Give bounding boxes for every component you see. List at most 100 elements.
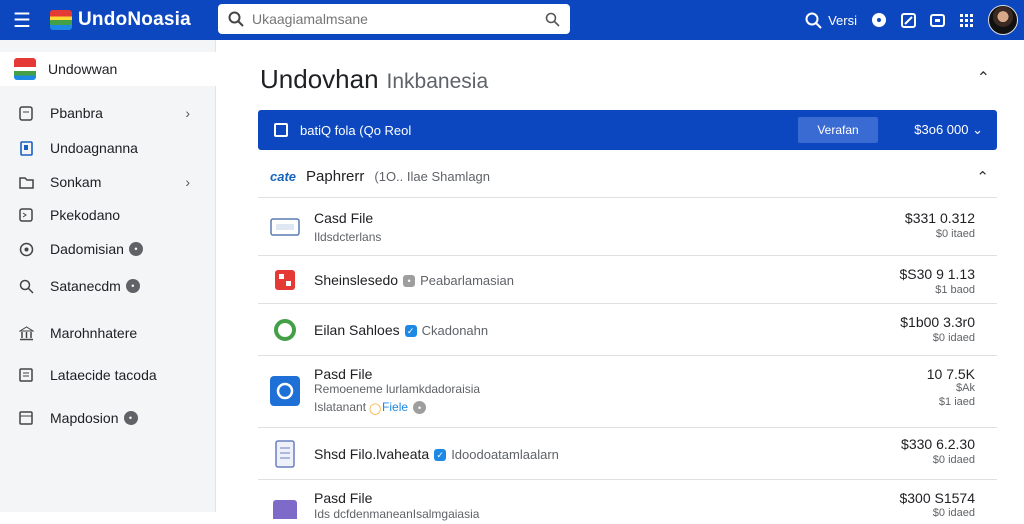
app-purple-icon [270, 494, 300, 524]
folder-icon [18, 174, 34, 190]
image-icon [18, 207, 34, 223]
chat-icon[interactable] [871, 12, 887, 28]
menu-icon[interactable]: ☰ [0, 0, 44, 40]
verified-badge-icon: • [403, 275, 416, 288]
row-title: Casd File [314, 210, 374, 226]
verify-button[interactable]: Verafan [798, 117, 878, 143]
info-badge: • [128, 242, 143, 256]
card-icon [270, 212, 300, 242]
row-title: Pasd File [314, 366, 373, 382]
page-title-text: Undovhan [260, 64, 379, 94]
row-amount-sub-2: $1 iaed [938, 396, 975, 408]
row-amount: $1b00 3.3r0 [900, 314, 975, 330]
sidebar-item-label: Pbanbra [50, 105, 103, 121]
row-link[interactable]: Fiele [382, 400, 408, 414]
section-header[interactable]: cate Paphrerr (1O.. Ilae Shamlagn ⌃ [258, 156, 997, 198]
main-content: Undovhan Inkbanesia ⌃ batiQ fola (Qo Reol… [218, 40, 1024, 521]
bank-icon [18, 325, 34, 341]
document-icon [270, 439, 300, 469]
document-icon [18, 105, 34, 121]
bookmark-icon [18, 140, 34, 156]
row-amount-sub: $1 baod [935, 284, 975, 296]
edit-icon[interactable] [901, 12, 916, 28]
sidebar-item-mapdosion[interactable]: Mapdosion • [0, 401, 216, 435]
verified-badge-icon: ✓ [404, 325, 417, 338]
search-icon [18, 278, 34, 294]
row-amount-sub: $0 idaed [932, 507, 975, 519]
search-submit-icon[interactable] [545, 12, 560, 27]
row-amount-sub: $Ak [956, 382, 975, 394]
location-icon [18, 241, 34, 257]
info-icon: • [413, 401, 427, 415]
sidebar-item-pbanbra[interactable]: Pbanbra › [0, 96, 216, 130]
apps-grid-icon[interactable] [959, 13, 974, 28]
app-logo [50, 10, 72, 30]
shield-icon: ◯ [369, 402, 382, 415]
row-amount: $331 0.312 [904, 210, 975, 226]
row-title-text: Shsd Filo.lvaheata [314, 446, 430, 462]
row-title: Shsd Filo.lvaheata ✓ Idoodoatamlaalarn [314, 446, 559, 462]
screen-icon[interactable] [930, 13, 945, 28]
sidebar-item-pkekodano[interactable]: Pkekodano [0, 198, 216, 232]
sidebar-item-label: Mapdosion [50, 410, 119, 426]
page-subtitle: Inkbanesia [386, 70, 489, 93]
banner-text: batiQ fola (Qo Reol [300, 122, 412, 138]
version-label[interactable]: Versi [828, 13, 857, 28]
row-badge-text: Peabarlamasian [420, 273, 515, 288]
row-title-text: Sheinslesedo [314, 272, 399, 288]
row-amount: $300 S1574 [899, 490, 975, 506]
chevron-up-icon[interactable]: ⌃ [976, 168, 989, 186]
row-amount: $S30 9 1.13 [899, 266, 975, 282]
list-item[interactable]: Sheinslesedo • Peabarlamasian $S30 9 1.13 … [258, 256, 997, 304]
sidebar-item-satanecdm[interactable]: Satanecdm • [0, 269, 216, 303]
row-title: Eilan Sahloes ✓ Ckadonahn [314, 322, 488, 338]
sidebar-item-label: Sonkam [50, 174, 102, 190]
list-item[interactable]: Shsd Filo.lvaheata ✓ Idoodoatamlaalarn $33… [258, 428, 997, 480]
sidebar-item-label: Undowwan [48, 61, 118, 77]
search-input[interactable] [252, 11, 545, 27]
sidebar-item-dadomisian[interactable]: Dadomisian • [0, 232, 216, 266]
search-box[interactable] [218, 4, 570, 34]
banner-amount-dropdown[interactable]: $3o6 000 ⌄ [914, 122, 983, 138]
row-subtitle-2-text: Islatanant [314, 400, 367, 414]
sidebar-item-undoagnanna[interactable]: Undoagnanna [0, 131, 216, 165]
sidebar-item-undowwan[interactable]: Undowwan [0, 52, 216, 86]
sidebar-item-lataecide-tacoda[interactable]: Lataecide tacoda [0, 358, 216, 392]
page-title: Undovhan Inkbanesia [260, 64, 488, 95]
list-item[interactable]: Eilan Sahloes ✓ Ckadonahn $1b00 3.3r0 $0 i… [258, 304, 997, 356]
row-title: Pasd File [314, 490, 373, 506]
list-item[interactable]: Pasd File Ids dcfdenmaneanIsalmgaiasia $… [258, 480, 997, 521]
sidebar-item-sonkam[interactable]: Sonkam › [0, 165, 216, 199]
row-title-text: Eilan Sahloes [314, 322, 400, 338]
section-meta: (1O.. Ilae Shamlagn [374, 169, 491, 184]
verified-badge-icon: ✓ [434, 449, 447, 462]
row-amount: $330 6.2.30 [901, 436, 975, 452]
row-subtitle-2: Islatanant ◯Fiele • [314, 400, 427, 415]
list-item[interactable]: Casd File Ildsdcterlans $331 0.312 $0 it… [258, 200, 997, 256]
section-title: Paphrerr [306, 168, 365, 185]
chevron-right-icon: › [185, 174, 190, 190]
banner-amount: $3o6 000 [914, 122, 969, 137]
row-amount: 10 7.5K [926, 366, 975, 382]
row-subtitle: Ids dcfdenmaneanIsalmgaiasia [314, 507, 480, 521]
row-badge-text: Ckadonahn [421, 323, 489, 338]
row-subtitle: Ildsdcterlans [314, 230, 382, 244]
list-item[interactable]: Pasd File Remoeneme lurlamkdadoraisia Is… [258, 356, 997, 428]
row-amount-sub: $0 idaed [932, 454, 975, 466]
collapse-icon[interactable]: ⌃ [977, 68, 990, 88]
row-amount-sub: $0 itaed [935, 228, 975, 240]
sidebar-item-label: Dadomisian [50, 241, 124, 257]
chevron-right-icon: › [185, 105, 190, 121]
avatar[interactable] [988, 5, 1018, 35]
flag-icon [14, 58, 36, 80]
row-amount-sub: $0 idaed [932, 332, 975, 344]
sidebar-item-label: Marohnhatere [50, 325, 138, 341]
app-green-icon [270, 315, 300, 345]
info-badge: • [123, 411, 138, 425]
sidebar-item-label: Lataecide tacoda [50, 367, 157, 383]
top-bar: ☰ UndoNoasia Versi [0, 0, 1024, 40]
calendar-icon [18, 410, 34, 426]
receipt-icon [18, 367, 34, 383]
search-icon[interactable] [805, 12, 822, 29]
sidebar-item-marohnhatere[interactable]: Marohnhatere [0, 316, 216, 350]
